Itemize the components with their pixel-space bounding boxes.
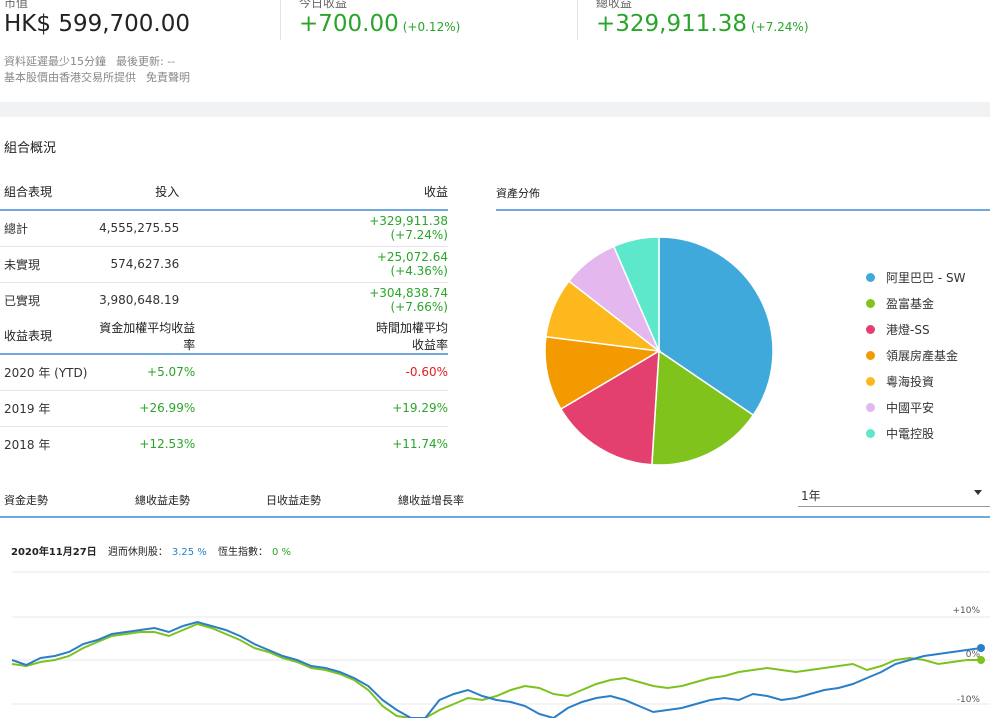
today-profit-pct: (+0.12%) <box>402 20 461 34</box>
legend-item[interactable]: 阿里巴巴 - SW <box>866 264 965 290</box>
tab-total-profit-growth[interactable]: 總收益增長率 <box>398 492 464 508</box>
row-time-weighted: +11.74% <box>392 437 448 452</box>
total-profit-value: +329,911.38 <box>596 11 747 37</box>
legend-color-dot <box>866 376 875 386</box>
tab-capital-trend[interactable]: 資金走勢 <box>4 492 48 508</box>
last-updated-text: 最後更新: -- <box>116 55 176 68</box>
performance-table: 組合表現 投入 收益 總計 4,555,275.55 +329,911.38 (… <box>0 174 448 462</box>
table-header-row: 組合表現 投入 收益 <box>0 174 448 210</box>
today-profit-block: 今日收益 +700.00 (+0.12%) <box>299 0 460 42</box>
row-label: 2019 年 <box>4 401 51 416</box>
legend-item[interactable]: 粵海投資 <box>866 368 965 394</box>
table-row: 2020 年 (YTD) +5.07% -0.60% <box>0 354 448 390</box>
chevron-down-icon <box>974 490 982 495</box>
legend-color-dot <box>866 402 875 412</box>
legend-item[interactable]: 港燈-SS <box>866 316 965 342</box>
table-row: 2019 年 +26.99% +19.29% <box>0 390 448 426</box>
row-profit: +329,911.38 (+7.24%) <box>369 214 448 243</box>
header-portfolio-performance: 組合表現 <box>4 185 53 199</box>
table-row: 已實現 3,980,648.19 +304,838.74 (+7.66%) <box>0 282 448 318</box>
row-label: 未實現 <box>4 257 41 272</box>
period-select-value: 1年 <box>801 489 821 503</box>
legend-label: 阿里巴巴 - SW <box>886 270 966 285</box>
row-time-weighted: -0.60% <box>405 365 448 380</box>
legend-item[interactable]: 盈富基金 <box>866 290 965 316</box>
delay-note: 資料延遲最少15分鐘 最後更新: -- <box>4 53 185 69</box>
row-money-weighted: +26.99% <box>139 401 196 415</box>
delay-text: 資料延遲最少15分鐘 <box>4 55 106 68</box>
legend-color-dot <box>866 298 875 308</box>
header-profit: 收益 <box>423 185 448 199</box>
series1-value: 3.25 % <box>171 547 207 558</box>
row-invested: 3,980,648.19 <box>99 293 180 308</box>
legend-label: 中電控股 <box>886 426 935 441</box>
legend-label: 盈富基金 <box>886 296 935 311</box>
row-profit: +25,072.64 (+4.36%) <box>376 250 448 278</box>
disclaimer-link[interactable]: 免責聲明 <box>146 71 190 84</box>
today-profit-value: +700.00 <box>299 11 399 37</box>
period-select[interactable]: 1年 <box>798 481 990 507</box>
section-divider-band <box>0 102 990 117</box>
row-profit: +304,838.74 (+7.66%) <box>369 286 448 315</box>
overview-title: 組合概況 <box>4 141 57 156</box>
table-header-row: 收益表現 資金加權平均收益率 時間加權平均收益率 <box>0 318 448 354</box>
legend-color-dot <box>866 272 875 282</box>
series2-label: 恆生指數： <box>218 547 268 558</box>
summary-header: 市值 HK$ 599,700.00 今日收益 +700.00 (+0.12%) 總… <box>0 0 990 102</box>
allocation-underline <box>496 209 990 211</box>
series2-value: 0 % <box>272 547 292 558</box>
header-money-weighted: 資金加權平均收益率 <box>99 320 196 352</box>
allocation-pie-chart[interactable] <box>535 232 785 482</box>
series1-label: 週而休則股： <box>107 547 168 558</box>
row-time-weighted: +19.29% <box>392 401 448 415</box>
table-row: 2018 年 +12.53% +11.74% <box>0 426 448 462</box>
row-label: 已實現 <box>4 293 41 308</box>
table-row: 未實現 574,627.36 +25,072.64 (+4.36%) <box>0 246 448 282</box>
series-marker <box>977 644 985 652</box>
tab-total-profit-trend[interactable]: 總收益走勢 <box>135 492 190 508</box>
header-return-performance: 收益表現 <box>4 329 53 343</box>
y-tick-label: +10% <box>952 606 980 616</box>
trend-line-chart[interactable]: +10% 0% -10% <box>0 560 990 718</box>
divider <box>577 0 578 40</box>
divider <box>280 0 281 40</box>
total-profit-block: 總收益 +329,911.38 (+7.24%) <box>596 0 809 42</box>
market-value: HK$ 599,700.00 <box>4 11 191 37</box>
legend-color-dot <box>866 350 875 360</box>
market-value-block: 市值 HK$ 599,700.00 <box>4 0 190 39</box>
legend-item[interactable]: 中電控股 <box>866 420 965 446</box>
source-text: 基本股價由香港交易所提供 <box>4 71 136 84</box>
legend-color-dot <box>866 324 875 334</box>
row-invested: 574,627.36 <box>110 257 180 271</box>
chart-date: 2020年11月27日 <box>11 547 97 558</box>
chart-tooltip-legend: 2020年11月27日 週而休則股： 3.25 % 恆生指數： 0 % <box>11 543 295 558</box>
legend-label: 粵海投資 <box>886 374 935 389</box>
legend-label: 港燈-SS <box>886 322 930 337</box>
series-marker <box>977 656 985 664</box>
legend-label: 中國平安 <box>886 400 935 415</box>
header-invested: 投入 <box>155 185 180 199</box>
allocation-legend: 阿里巴巴 - SW 盈富基金港燈-SS 領展房產基金 粵海投資中國平安中電控股 <box>866 264 965 446</box>
total-profit-pct: (+7.24%) <box>750 20 809 34</box>
row-label: 2020 年 (YTD) <box>4 365 88 380</box>
row-money-weighted: +5.07% <box>147 365 196 380</box>
legend-color-dot <box>866 428 875 438</box>
header-time-weighted: 時間加權平均收益率 <box>375 320 448 352</box>
table-row: 總計 4,555,275.55 +329,911.38 (+7.24%) <box>0 210 448 246</box>
allocation-title: 資產分佈 <box>496 187 540 200</box>
row-invested: 4,555,275.55 <box>99 221 180 236</box>
legend-label: 領展房產基金 <box>886 348 959 363</box>
row-label: 2018 年 <box>4 437 51 452</box>
row-label: 總計 <box>4 221 29 236</box>
tab-daily-profit-trend[interactable]: 日收益走勢 <box>266 492 321 508</box>
legend-item[interactable]: 領展房產基金 <box>866 342 965 368</box>
source-note: 基本股價由香港交易所提供 免責聲明 <box>4 69 200 85</box>
legend-item[interactable]: 中國平安 <box>866 394 965 420</box>
row-money-weighted: +12.53% <box>139 437 196 452</box>
y-tick-label: -10% <box>957 695 981 705</box>
